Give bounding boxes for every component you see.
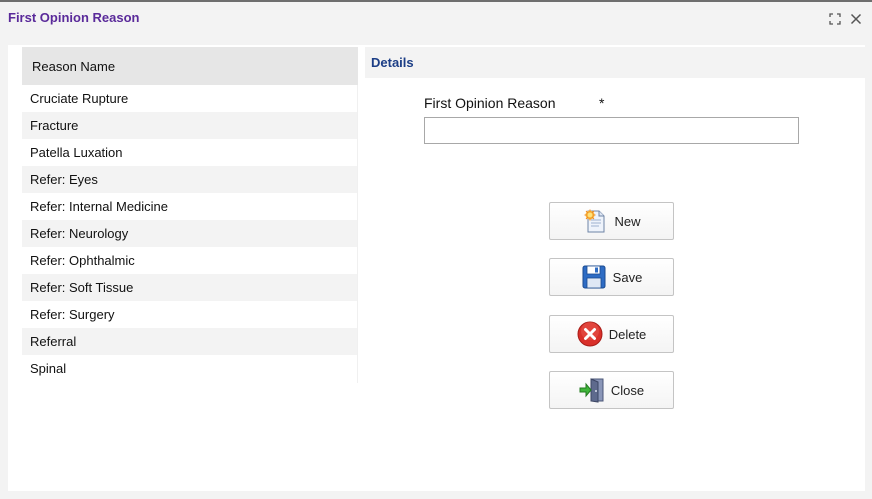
list-item[interactable]: Refer: Ophthalmic bbox=[22, 247, 358, 274]
exit-door-icon bbox=[579, 377, 605, 403]
column-header-reason-name[interactable]: Reason Name bbox=[22, 47, 358, 85]
required-marker: * bbox=[599, 95, 605, 111]
list-item[interactable]: Patella Luxation bbox=[22, 139, 358, 166]
red-x-icon bbox=[577, 321, 603, 347]
list-item[interactable]: Refer: Internal Medicine bbox=[22, 193, 358, 220]
save-button-label: Save bbox=[612, 269, 643, 285]
window-title: First Opinion Reason bbox=[8, 10, 140, 25]
new-button-label: New bbox=[614, 213, 641, 229]
content-panel: Reason Name Cruciate Rupture Fracture Pa… bbox=[8, 45, 865, 491]
delete-button-label: Delete bbox=[608, 326, 647, 342]
new-document-icon bbox=[582, 208, 608, 234]
close-button-label: Close bbox=[610, 382, 645, 398]
list-item[interactable]: Fracture bbox=[22, 112, 358, 139]
list-item[interactable]: Spinal bbox=[22, 355, 358, 382]
first-opinion-reason-input[interactable] bbox=[424, 117, 799, 144]
details-header: Details bbox=[365, 47, 865, 78]
new-button[interactable]: New bbox=[549, 202, 674, 240]
title-bar: First Opinion Reason bbox=[0, 2, 872, 33]
maximize-icon[interactable] bbox=[827, 11, 843, 27]
save-button[interactable]: Save bbox=[549, 258, 674, 296]
delete-button[interactable]: Delete bbox=[549, 315, 674, 353]
list-item[interactable]: Refer: Soft Tissue bbox=[22, 274, 358, 301]
list-item[interactable]: Referral bbox=[22, 328, 358, 355]
list-divider bbox=[357, 85, 358, 383]
list-item[interactable]: Refer: Surgery bbox=[22, 301, 358, 328]
floppy-disk-icon bbox=[581, 264, 607, 290]
details-label: Details bbox=[371, 55, 414, 70]
window-body: Reason Name Cruciate Rupture Fracture Pa… bbox=[0, 33, 872, 499]
list-item[interactable]: Cruciate Rupture bbox=[22, 85, 358, 112]
list-item[interactable]: Refer: Eyes bbox=[22, 166, 358, 193]
close-icon[interactable] bbox=[848, 11, 864, 27]
reason-list: Reason Name Cruciate Rupture Fracture Pa… bbox=[22, 47, 358, 382]
list-item[interactable]: Refer: Neurology bbox=[22, 220, 358, 247]
close-button[interactable]: Close bbox=[549, 371, 674, 409]
first-opinion-reason-label: First Opinion Reason bbox=[424, 95, 556, 111]
